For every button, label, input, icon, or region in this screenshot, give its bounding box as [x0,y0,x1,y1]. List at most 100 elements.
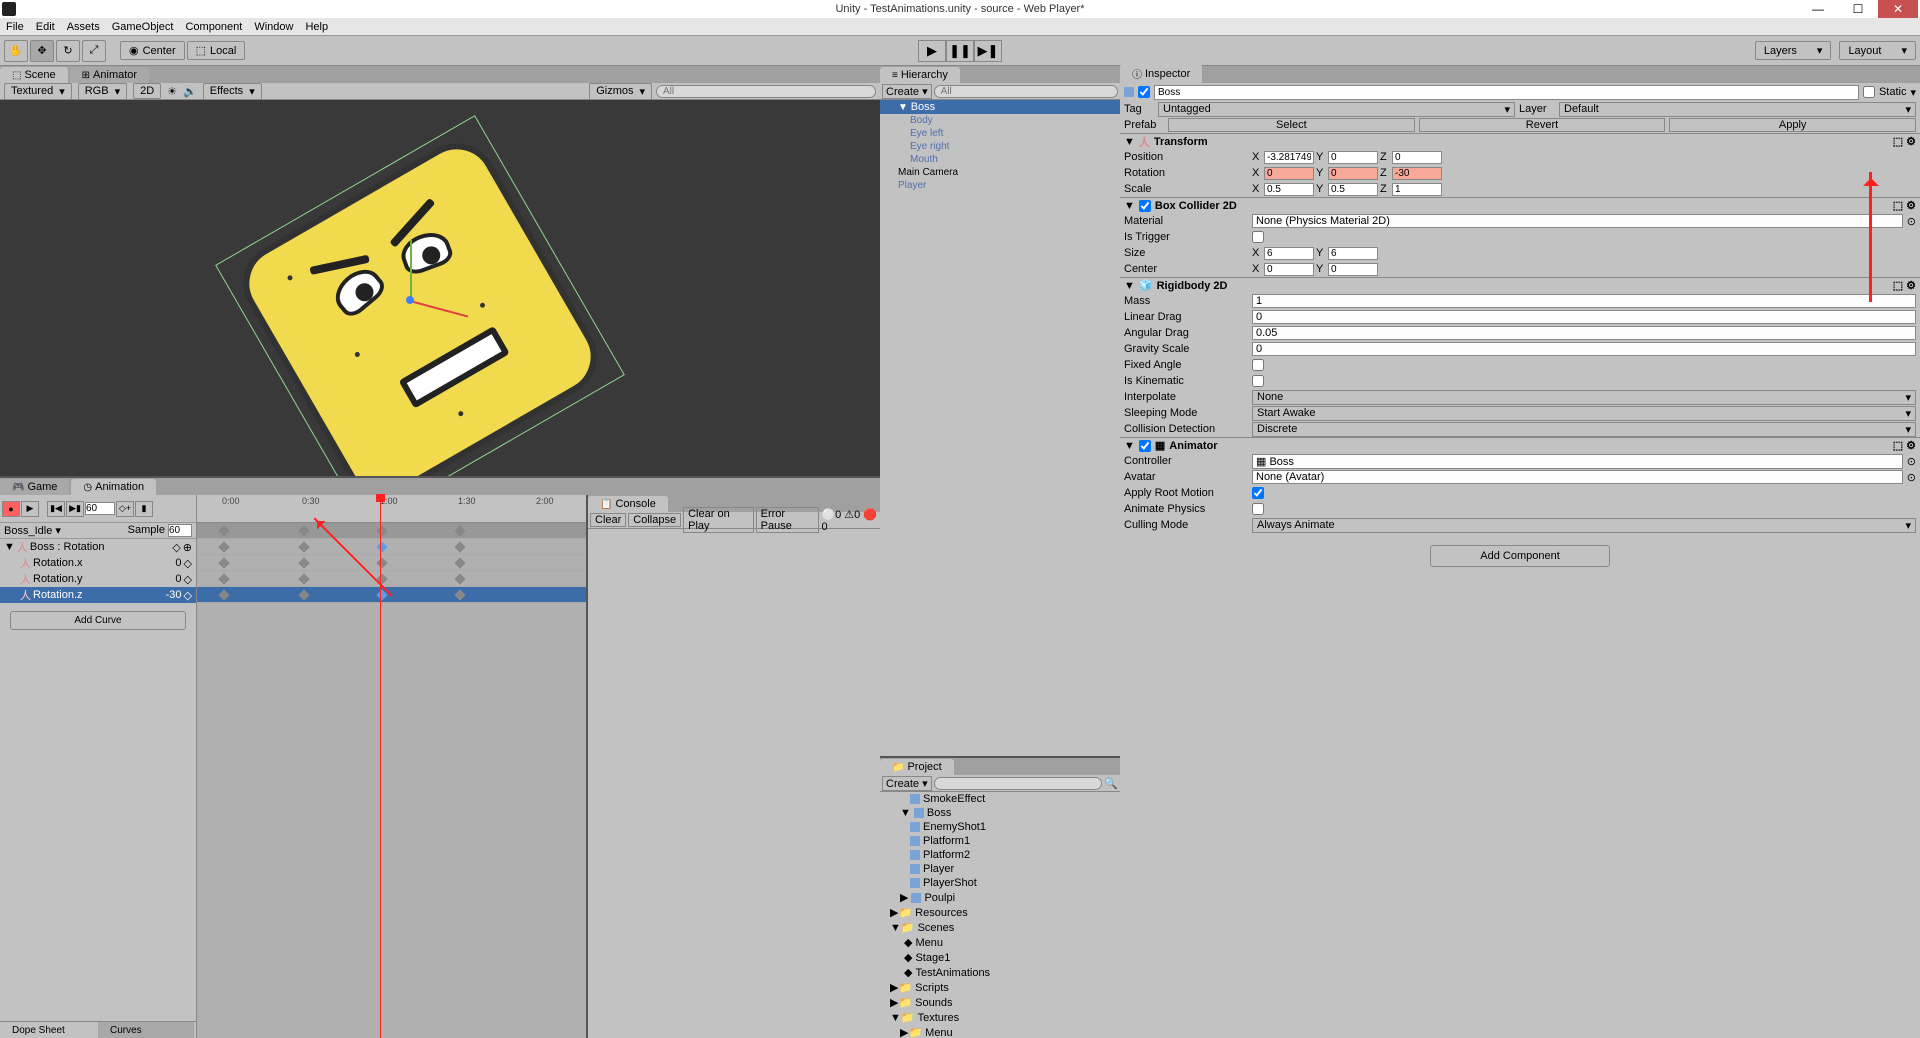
dopesheet[interactable]: 0:00 0:30 1:00 1:30 2:00 [197,495,586,1038]
prop-rotation-z[interactable]: 人Rotation.z-30◇ [0,587,196,603]
pos-x[interactable] [1264,151,1314,164]
linear-drag-field[interactable]: 0 [1252,310,1916,324]
fixed-angle-checkbox[interactable] [1252,359,1264,371]
tab-console[interactable]: 📋 Console [588,496,668,512]
boxcollider-header[interactable]: ▼ Box Collider 2D⬚ ⚙ [1120,197,1920,213]
mass-field[interactable]: 1 [1252,294,1916,308]
audio-icon[interactable]: 🔊 [183,85,197,98]
hierarchy-tree[interactable]: ▼ Boss Body Eye left Eye right Mouth Mai… [880,100,1120,756]
dope-sheet-tab[interactable]: Dope Sheet [0,1022,96,1038]
prefab-select[interactable]: Select [1168,118,1415,132]
console-clear-on-play[interactable]: Clear on Play [683,507,754,533]
hierarchy-item-player[interactable]: Player [880,179,1120,192]
play-button[interactable]: ▶ [918,40,946,62]
hierarchy-item-boss[interactable]: ▼ Boss [880,100,1120,114]
gameobject-active-checkbox[interactable] [1138,86,1150,98]
add-event-button[interactable]: ▮ [135,501,153,517]
prefab-apply[interactable]: Apply [1669,118,1916,132]
animator-header[interactable]: ▼ ▦ Animator⬚ ⚙ [1120,437,1920,453]
tab-hierarchy[interactable]: ≡ Hierarchy [880,67,960,83]
close-button[interactable]: ✕ [1878,0,1918,18]
tab-inspector[interactable]: ⓘ Inspector [1120,64,1202,83]
clip-dropdown[interactable]: Boss_Idle ▾ [4,524,61,537]
avatar-field[interactable]: None (Avatar) [1252,470,1903,484]
scene-search[interactable] [656,85,876,98]
pause-button[interactable]: ❚❚ [946,40,974,62]
step-button[interactable]: ▶❚ [974,40,1002,62]
static-checkbox[interactable] [1863,86,1875,98]
frame-field[interactable] [85,502,115,515]
angular-drag-field[interactable]: 0.05 [1252,326,1916,340]
project-create[interactable]: Create ▾ [882,776,932,791]
pos-y[interactable] [1328,151,1378,164]
project-search[interactable] [934,777,1103,790]
animate-physics-checkbox[interactable] [1252,503,1264,515]
tag-dropdown[interactable]: Untagged▾ [1158,102,1515,117]
rot-y[interactable] [1328,167,1378,180]
light-icon[interactable]: ☀ [167,85,177,98]
hierarchy-item-eye-right[interactable]: Eye right [880,140,1120,153]
prev-key-button[interactable]: ▮◀ [47,501,65,517]
pivot-center-toggle[interactable]: ◉ Center [120,41,185,60]
prop-rotation-x[interactable]: 人Rotation.x0◇ [0,555,196,571]
playhead[interactable] [380,495,381,1038]
tab-project[interactable]: 📁 Project [880,759,954,775]
render-dropdown[interactable]: RGB ▾ [78,83,127,100]
controller-field[interactable]: ▦ Boss [1252,454,1903,469]
add-component-button[interactable]: Add Component [1430,545,1610,567]
minimize-button[interactable]: — [1798,0,1838,18]
rot-z[interactable] [1392,167,1442,180]
sleeping-dropdown[interactable]: Start Awake▾ [1252,406,1916,421]
hierarchy-item-camera[interactable]: Main Camera [880,166,1120,179]
add-keyframe-button[interactable]: ◇+ [116,501,134,517]
project-tree[interactable]: SmokeEffect ▼Boss EnemyShot1 Platform1 P… [880,792,1120,1038]
tab-game[interactable]: 🎮 Game [0,479,69,495]
scale-z[interactable] [1392,183,1442,196]
rotate-tool[interactable]: ↻ [56,40,80,62]
is-kinematic-checkbox[interactable] [1252,375,1264,387]
sample-field[interactable] [168,524,192,537]
tab-animator[interactable]: ⊞ Animator [70,67,149,83]
menu-assets[interactable]: Assets [67,21,100,33]
tab-animation[interactable]: ◷ Animation [71,479,156,495]
culling-dropdown[interactable]: Always Animate▾ [1252,518,1916,533]
pos-z[interactable] [1392,151,1442,164]
hierarchy-item-eye-left[interactable]: Eye left [880,127,1120,140]
hierarchy-item-mouth[interactable]: Mouth [880,153,1120,166]
is-trigger-checkbox[interactable] [1252,231,1264,243]
scene-viewport[interactable] [0,100,880,476]
scale-tool[interactable]: ⤢ [82,40,106,62]
physics-material-field[interactable]: None (Physics Material 2D) [1252,214,1903,228]
hierarchy-create[interactable]: Create ▾ [882,84,932,99]
center-x[interactable] [1264,263,1314,276]
prop-rotation-y[interactable]: 人Rotation.y0◇ [0,571,196,587]
hand-tool[interactable]: ✋ [4,40,28,62]
prop-boss-rotation[interactable]: ▼人Boss : Rotation◇⊕ [0,539,196,555]
filter-icon[interactable]: 🔍 [1104,777,1118,790]
menu-window[interactable]: Window [254,21,293,33]
curves-tab[interactable]: Curves [98,1022,194,1038]
timeline-ruler[interactable]: 0:00 0:30 1:00 1:30 2:00 [197,495,586,523]
size-x[interactable] [1264,247,1314,260]
menu-gameobject[interactable]: GameObject [112,21,174,33]
2d-toggle[interactable]: 2D [133,83,161,99]
root-motion-checkbox[interactable] [1252,487,1264,499]
menu-file[interactable]: File [6,21,24,33]
scale-y[interactable] [1328,183,1378,196]
shading-dropdown[interactable]: Textured ▾ [4,83,72,100]
gravity-scale-field[interactable]: 0 [1252,342,1916,356]
size-y[interactable] [1328,247,1378,260]
gameobject-name-field[interactable] [1154,85,1859,100]
next-key-button[interactable]: ▶▮ [66,501,84,517]
tab-scene[interactable]: ⬚ Scene [0,67,68,83]
pivot-local-toggle[interactable]: ⬚ Local [187,41,246,60]
add-curve-button[interactable]: Add Curve [10,611,186,630]
console-error-pause[interactable]: Error Pause [756,507,820,533]
console-clear[interactable]: Clear [590,513,626,527]
interpolate-dropdown[interactable]: None▾ [1252,390,1916,405]
console-collapse[interactable]: Collapse [628,513,681,527]
anim-play-button[interactable]: ▶ [21,501,39,517]
collision-dropdown[interactable]: Discrete▾ [1252,422,1916,437]
center-y[interactable] [1328,263,1378,276]
layers-dropdown[interactable]: Layers▾ [1755,41,1832,60]
